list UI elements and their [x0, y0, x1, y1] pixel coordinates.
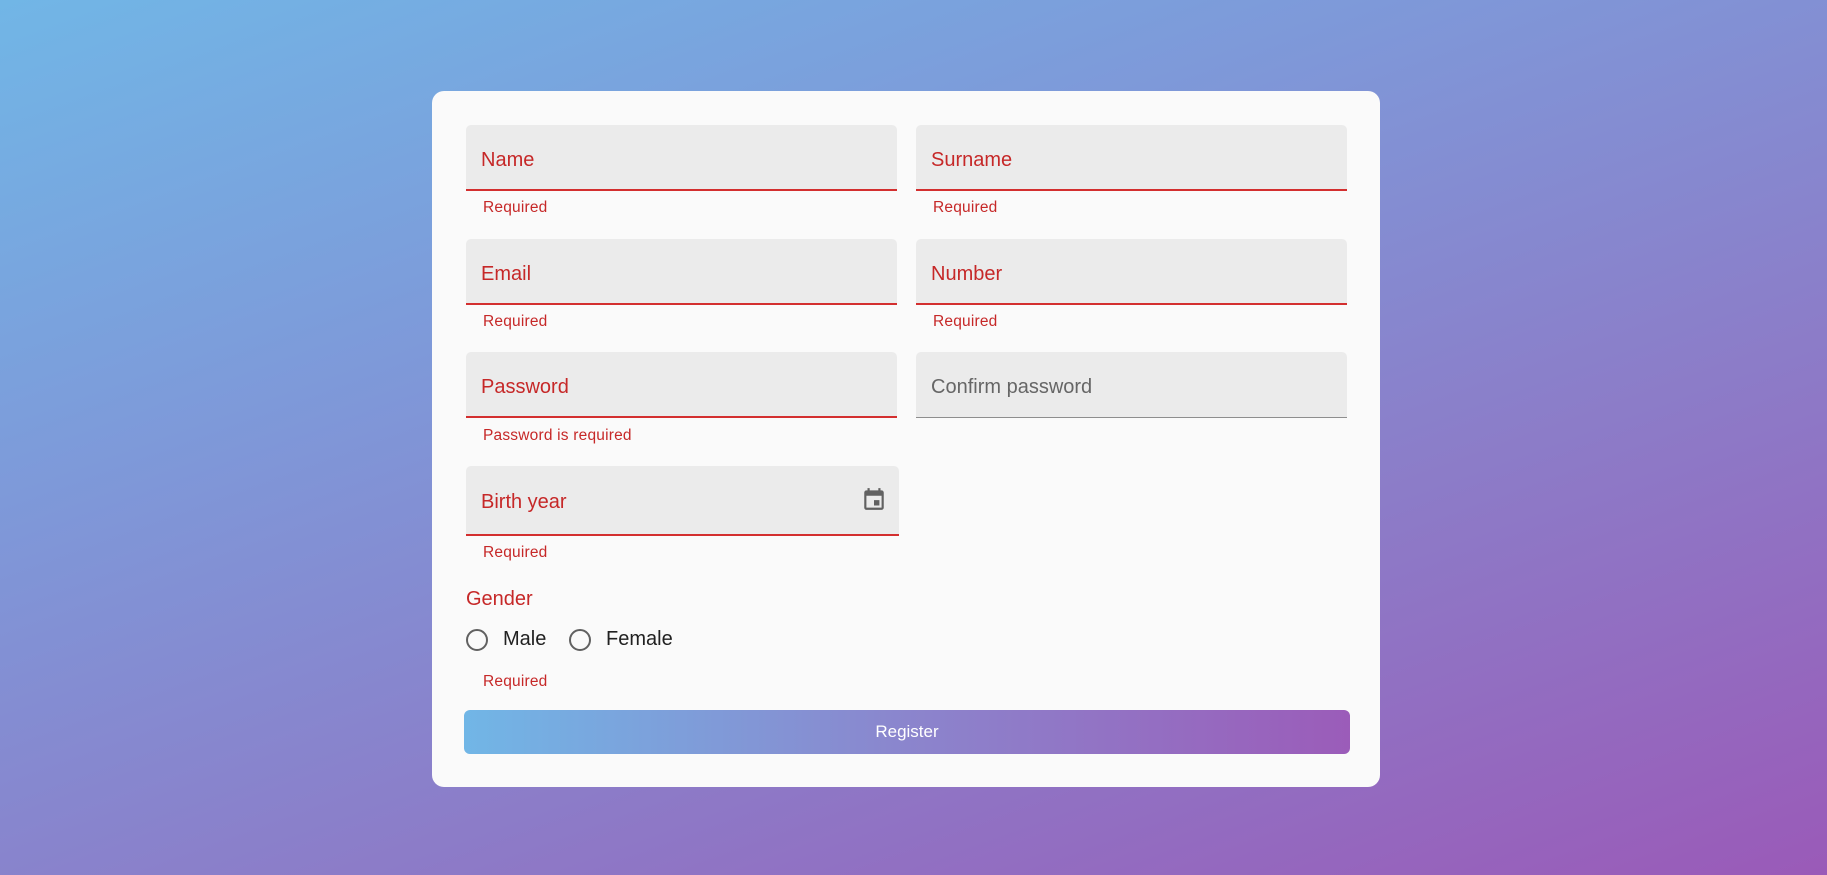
number-field[interactable]: Number: [916, 239, 1347, 305]
radio-label-male: Male: [503, 628, 547, 650]
gender-radio-male[interactable]: Male: [466, 628, 546, 651]
number-error: Required: [933, 313, 998, 330]
registration-card: Name Required Surname Required Email Req…: [432, 91, 1380, 787]
gender-radio-female[interactable]: Female: [569, 628, 673, 651]
confirm-password-label: Confirm password: [931, 376, 1093, 398]
name-error: Required: [483, 199, 548, 216]
radio-label-female: Female: [606, 628, 673, 650]
name-label: Name: [481, 149, 535, 171]
gender-error: Required: [483, 673, 548, 690]
password-label: Password: [481, 376, 569, 398]
password-error: Password is required: [483, 427, 632, 444]
email-field[interactable]: Email: [466, 239, 897, 305]
email-label: Email: [481, 263, 532, 285]
password-field[interactable]: Password: [466, 352, 897, 418]
number-label: Number: [931, 263, 1003, 285]
radio-circle[interactable]: [569, 628, 591, 651]
surname-field[interactable]: Surname: [916, 125, 1347, 191]
gender-label: Gender: [466, 588, 533, 610]
birth-year-error: Required: [483, 544, 548, 561]
email-error: Required: [483, 313, 548, 330]
register-button[interactable]: Register: [464, 710, 1350, 754]
surname-error: Required: [933, 199, 998, 216]
surname-label: Surname: [931, 149, 1013, 171]
radio-circle[interactable]: [466, 628, 488, 651]
calendar-icon[interactable]: [861, 486, 887, 512]
name-field[interactable]: Name: [466, 125, 897, 191]
birth-year-label: Birth year: [481, 491, 567, 513]
birth-year-field[interactable]: Birth year: [466, 466, 899, 536]
confirm-password-field[interactable]: Confirm password: [916, 352, 1347, 418]
